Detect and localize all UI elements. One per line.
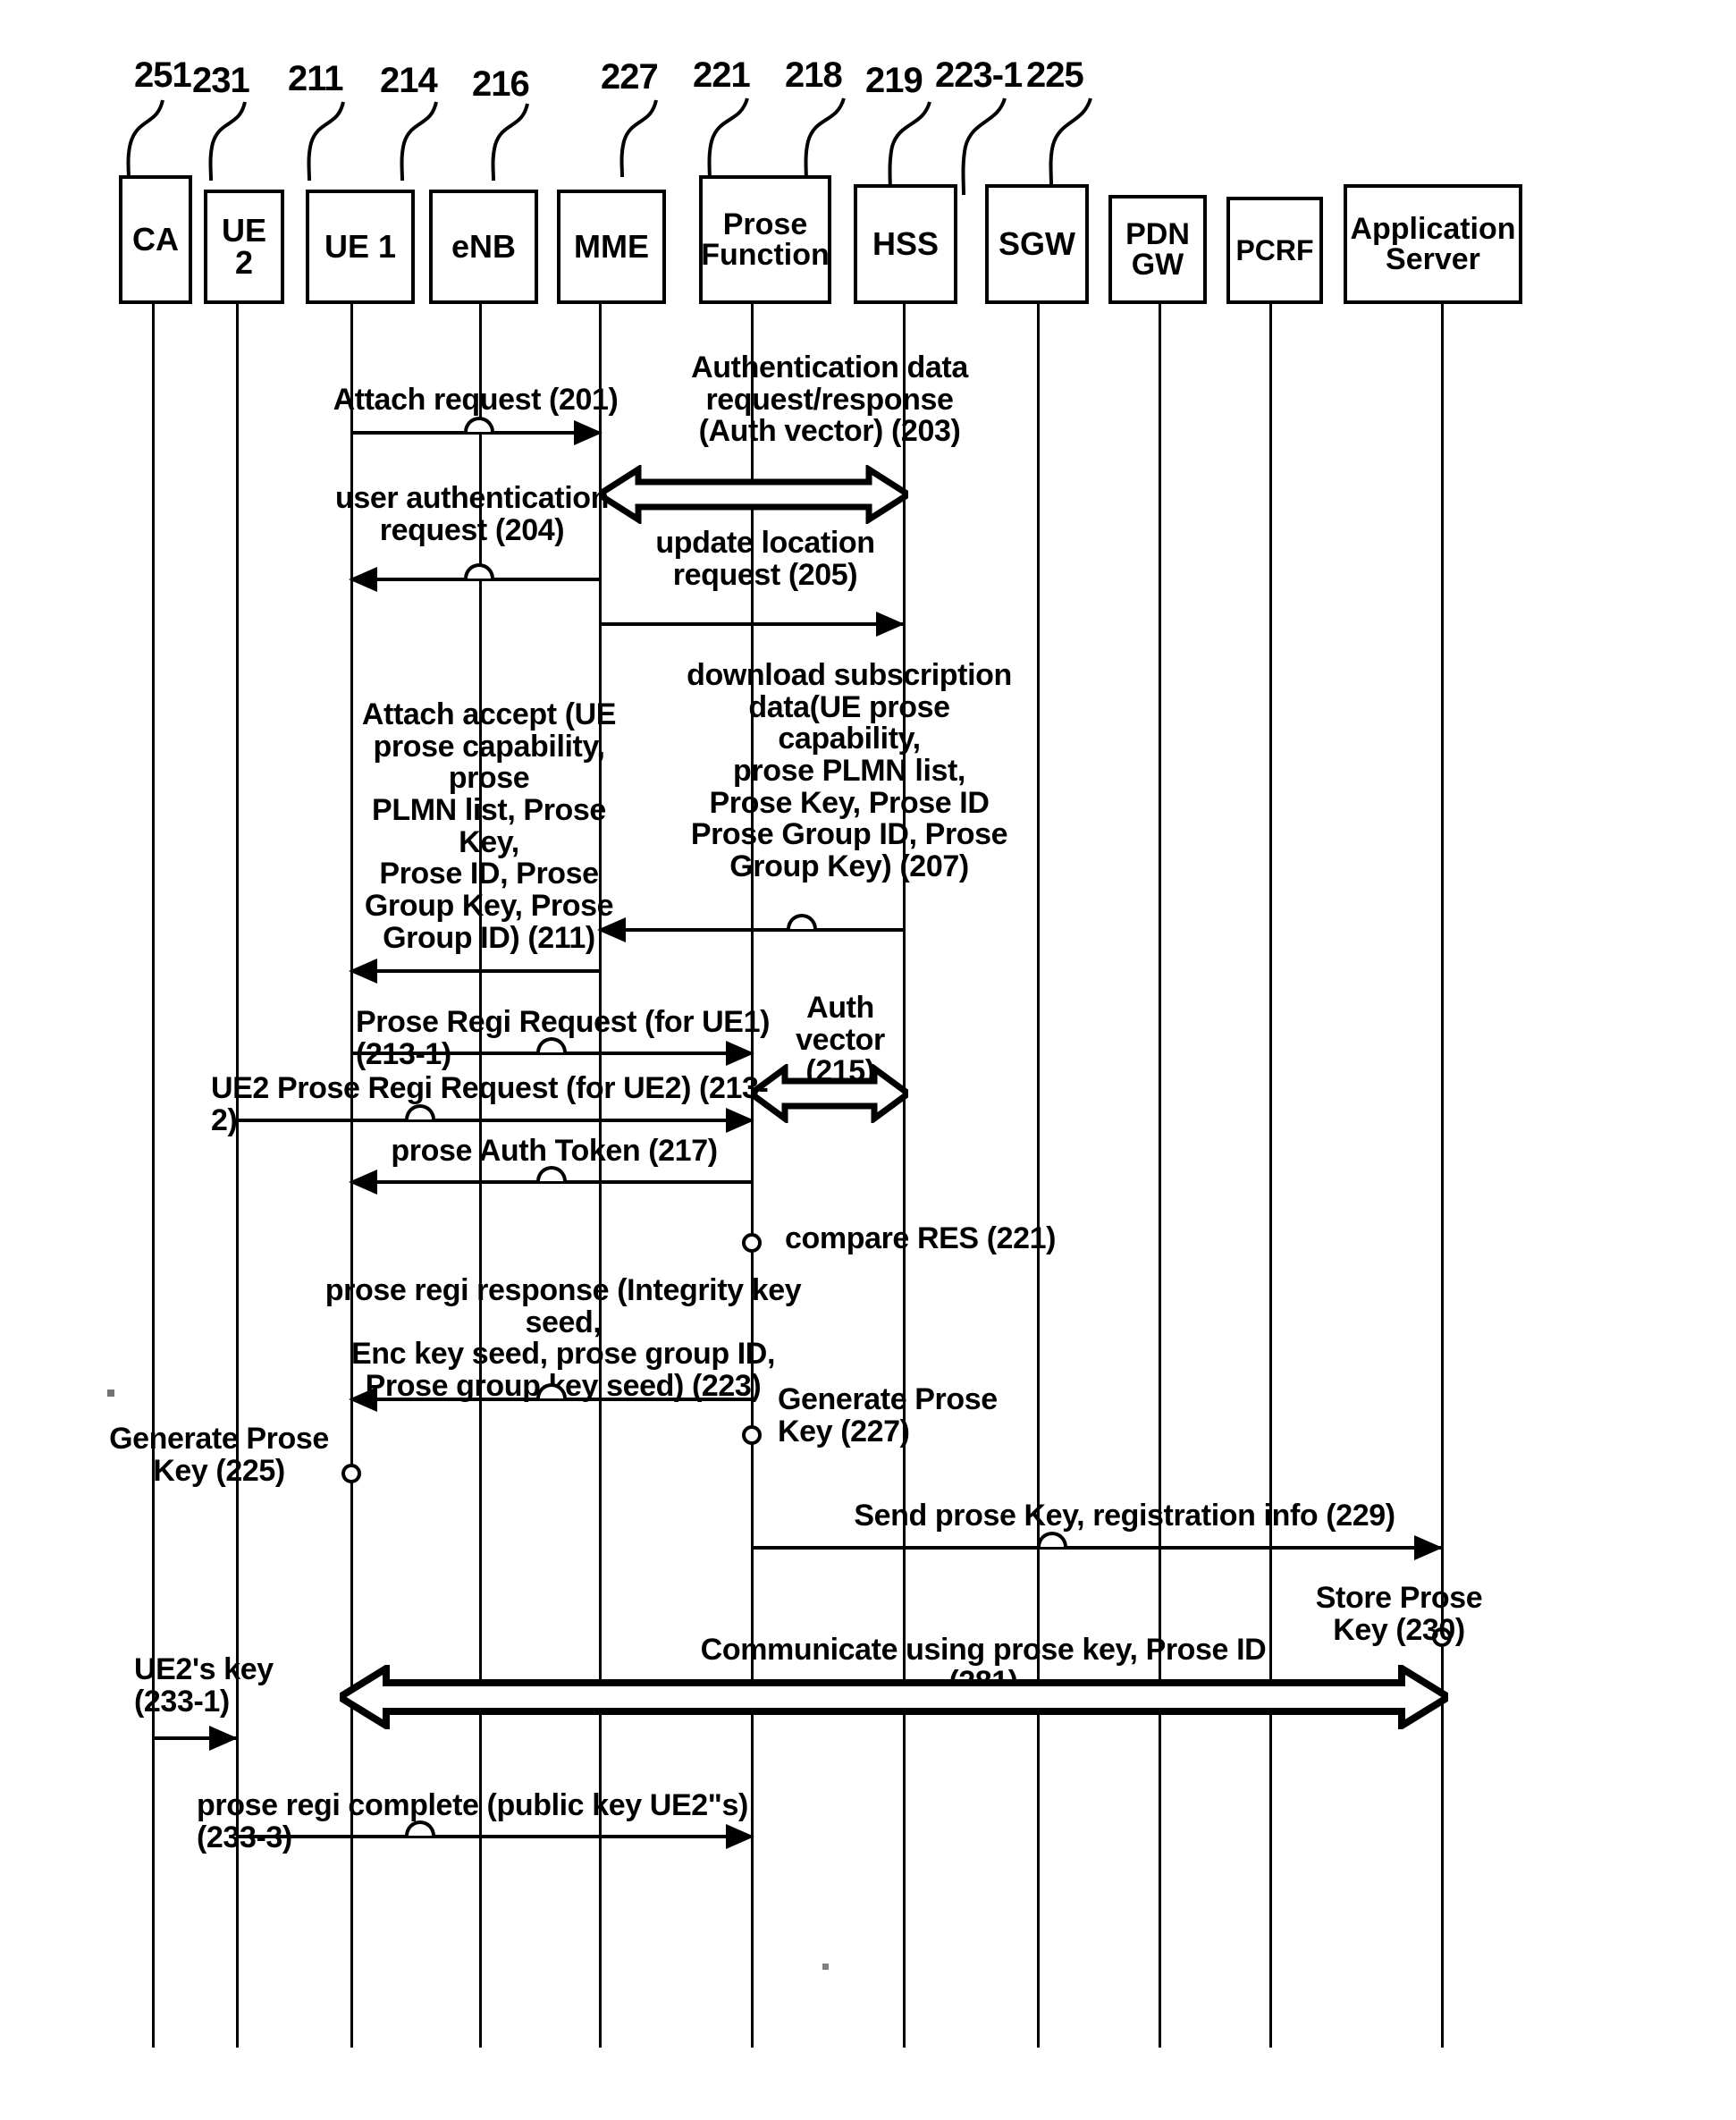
scan-speckle — [107, 1389, 114, 1397]
node-label-pcrf: PCRF — [1235, 234, 1314, 266]
arrowhead-right-233-3 — [726, 1824, 754, 1849]
leader-line-221 — [687, 97, 767, 186]
ref-numeral-223-1: 223-1 — [935, 55, 1023, 95]
lifeline-ue2 — [236, 304, 239, 2048]
msg-label-201: Attach request (201) — [333, 383, 619, 417]
ref-numeral-214: 214 — [380, 61, 438, 100]
node-box-ca[interactable]: CA — [119, 175, 192, 304]
node-label-sgw: SGW — [999, 225, 1075, 262]
node-label-pdn-gw: PDN GW — [1125, 217, 1190, 282]
msg-arrow-205 — [599, 612, 905, 637]
msg-label-229: Send prose Key, registration info (229) — [854, 1499, 1395, 1533]
patent-figure-canvas: 251 231 211 214 216 227 221 218 219 223-… — [0, 0, 1736, 2120]
ref-numeral-219: 219 — [865, 61, 923, 100]
line-hop-229 — [1037, 1532, 1067, 1547]
node-box-ue2[interactable]: UE 2 — [204, 190, 284, 304]
msg-label-227: Generate Prose Key (227) — [778, 1382, 998, 1449]
lifeline-mme — [599, 304, 602, 2048]
arrowhead-right-201 — [574, 420, 603, 445]
msg-arrow-233-3 — [236, 1824, 754, 1849]
arrowhead-left-204 — [349, 567, 377, 592]
node-box-pcrf[interactable]: PCRF — [1226, 197, 1323, 304]
leader-line-227 — [601, 98, 681, 183]
msg-arrow-211 — [349, 959, 601, 984]
node-box-application-server[interactable]: Application Server — [1344, 184, 1522, 304]
msg-label-233-1: UE2's key (233-1) — [134, 1652, 274, 1719]
ref-numeral-221: 221 — [693, 55, 751, 95]
msg-label-223: prose regi response (Integrity key seed,… — [324, 1273, 802, 1404]
msg-label-204: user authentication request (204) — [334, 481, 609, 547]
msg-label-213-1: Prose Regi Request (for UE1) (213-1) — [356, 1005, 771, 1071]
arrowhead-left-223 — [349, 1387, 377, 1412]
msg-arrow-207 — [597, 917, 903, 942]
line-hop-201 — [464, 417, 494, 432]
lifeline-pcrf — [1269, 304, 1272, 2048]
action-marker-221 — [742, 1233, 762, 1253]
arrowhead-left-217 — [349, 1170, 377, 1195]
line-hop-217 — [536, 1166, 567, 1181]
msg-double-arrow-203 — [599, 465, 908, 524]
node-label-hss: HSS — [872, 225, 940, 262]
scan-speckle-2 — [822, 1964, 829, 1970]
leader-line-223-1 — [940, 97, 1030, 198]
node-label-mme: MME — [574, 228, 649, 265]
action-marker-227 — [742, 1425, 762, 1445]
arrowhead-right-205 — [876, 612, 905, 637]
msg-arrow-213-2 — [236, 1108, 754, 1133]
ref-numeral-231: 231 — [192, 61, 250, 100]
ref-numeral-225: 225 — [1026, 55, 1084, 95]
node-box-pdn-gw[interactable]: PDN GW — [1108, 195, 1207, 304]
msg-label-207: download subscription data(UE prose capa… — [687, 658, 1012, 884]
node-box-enb[interactable]: eNB — [429, 190, 538, 304]
msg-label-221: compare RES (221) — [785, 1221, 1057, 1255]
node-label-ue2: UE 2 — [221, 212, 266, 281]
lifeline-ca — [152, 304, 155, 2048]
node-box-hss[interactable]: HSS — [854, 184, 957, 304]
ref-numeral-216: 216 — [472, 64, 530, 104]
msg-label-233-3: prose regi complete (public key UE2"s) (… — [197, 1788, 748, 1854]
ref-numeral-211: 211 — [288, 59, 344, 98]
msg-label-203: Authentication data request/response (Au… — [691, 351, 968, 449]
msg-arrow-229 — [751, 1535, 1443, 1560]
arrowhead-right-213-1 — [726, 1041, 754, 1066]
ref-numeral-251: 251 — [134, 55, 192, 95]
msg-label-211: Attach accept (UE prose capability, pros… — [361, 697, 617, 955]
node-label-prose-function: Prose Function — [701, 207, 830, 272]
msg-label-213-2: UE2 Prose Regi Request (for UE2) (213-2) — [211, 1071, 769, 1137]
msg-label-205: update location request (205) — [655, 526, 875, 592]
ref-numeral-218: 218 — [785, 55, 843, 95]
leader-line-211 — [288, 100, 368, 185]
leader-line-214 — [381, 100, 461, 185]
line-hop-204 — [464, 563, 494, 579]
node-box-prose-function[interactable]: Prose Function — [699, 175, 831, 304]
node-label-ue1: UE 1 — [324, 228, 397, 265]
arrowhead-left-211 — [349, 959, 377, 984]
msg-label-225: Generate Prose Key (225) — [109, 1422, 329, 1488]
lifeline-sgw — [1037, 304, 1040, 2048]
node-box-mme[interactable]: MME — [557, 190, 666, 304]
leader-line-251 — [107, 98, 188, 183]
arrowhead-right-213-2 — [726, 1108, 754, 1133]
msg-double-arrow-281 — [340, 1665, 1448, 1729]
leader-line-218 — [783, 97, 864, 186]
msg-label-230: Store Prose Key (230) — [1315, 1581, 1483, 1647]
msg-arrow-233-1 — [152, 1726, 238, 1751]
node-label-enb: eNB — [451, 228, 517, 265]
lifeline-pdn — [1159, 304, 1161, 2048]
ref-numeral-227: 227 — [601, 57, 659, 97]
arrowhead-right-233-1 — [209, 1726, 238, 1751]
node-box-ue1[interactable]: UE 1 — [306, 190, 415, 304]
node-label-ca: CA — [132, 221, 179, 258]
leader-line-225 — [1026, 97, 1116, 190]
leader-line-219 — [867, 100, 948, 197]
leader-line-231 — [190, 100, 270, 185]
node-box-sgw[interactable]: SGW — [985, 184, 1089, 304]
node-label-application-server: Application Server — [1350, 212, 1516, 276]
line-hop-207 — [787, 914, 817, 929]
arrowhead-right-229 — [1414, 1535, 1443, 1560]
lifeline-as — [1441, 304, 1444, 2048]
leader-line-216 — [472, 102, 552, 187]
msg-label-217: prose Auth Token (217) — [391, 1134, 718, 1168]
action-marker-225 — [341, 1464, 361, 1483]
